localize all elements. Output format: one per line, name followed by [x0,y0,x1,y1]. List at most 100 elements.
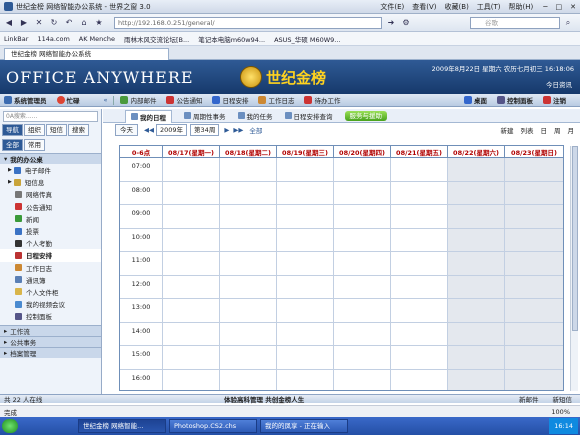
time-slot[interactable] [505,205,563,228]
time-slot[interactable] [220,181,277,204]
time-slot[interactable] [391,228,448,251]
nav-control-panel[interactable]: 控制面板 [497,95,533,105]
time-slot[interactable] [163,299,220,322]
time-slot[interactable] [334,252,391,275]
time-slot[interactable] [391,205,448,228]
time-slot[interactable] [220,369,277,390]
sidebar-item-schedule[interactable]: 日程安排 [0,249,101,262]
back-icon[interactable]: ◀ [3,17,15,29]
time-slot[interactable] [448,346,505,369]
section-archive[interactable]: ▸ 档案管理 [0,347,101,359]
time-slot[interactable] [505,322,563,345]
time-slot[interactable] [277,205,334,228]
time-slot[interactable] [391,181,448,204]
time-slot[interactable] [277,158,334,181]
go-icon[interactable]: ➜ [385,17,397,29]
time-slot[interactable] [334,275,391,298]
time-slot[interactable] [448,299,505,322]
favorite-link[interactable]: LinkBar [4,35,28,43]
tools-icon[interactable]: ⚙ [400,17,412,29]
time-slot[interactable] [334,181,391,204]
time-slot[interactable] [163,322,220,345]
sidebar-item-email[interactable]: ▶ 电子邮件 [0,164,101,176]
tab-sms[interactable]: 短信 [46,124,67,136]
time-slot[interactable] [277,275,334,298]
time-slot[interactable] [448,205,505,228]
taskbar-item[interactable]: 世纪金榜 网络智能... [78,419,166,433]
address-bar[interactable]: http://192.168.0.251/general/ [114,16,382,29]
nav-mail[interactable]: 内部邮件 [120,95,156,105]
time-slot[interactable] [163,181,220,204]
view-month[interactable]: 月 [568,125,575,135]
subtab-all[interactable]: 全部 [2,139,23,151]
menu-tools[interactable]: 工具(T) [477,2,501,12]
tab-navigation[interactable]: 导航 [2,124,23,136]
minimize-button[interactable]: ─ [543,3,547,11]
time-slot[interactable] [220,252,277,275]
time-slot[interactable] [334,158,391,181]
favorite-link[interactable]: 114a.com [37,35,69,43]
day-header[interactable]: 08/19(星期三) [277,146,334,157]
nav-todo[interactable]: 待办工作 [304,95,340,105]
time-slot[interactable] [163,252,220,275]
help-button[interactable]: 服务与援助 [344,110,387,121]
section-public-affairs[interactable]: ▸ 公共事务 [0,336,101,348]
time-slot[interactable] [505,252,563,275]
time-slot[interactable] [391,346,448,369]
time-slot[interactable] [391,369,448,390]
time-slot[interactable] [391,299,448,322]
menu-view[interactable]: 查看(V) [412,2,436,12]
menu-file[interactable]: 文件(E) [380,2,404,12]
time-slot[interactable] [334,299,391,322]
time-slot[interactable] [220,346,277,369]
stop-icon[interactable]: ✕ [33,17,45,29]
undo-icon[interactable]: ↶ [63,17,75,29]
sidebar-item-fax[interactable]: 网络传真 [0,188,101,200]
time-slot[interactable] [448,181,505,204]
new-sms[interactable]: 新短信 [553,394,573,404]
nav-desktop[interactable]: 桌面 [464,95,487,105]
favorite-link[interactable]: AK Menche [79,35,115,43]
day-header[interactable]: 08/21(星期五) [391,146,448,157]
next-week-icon[interactable]: ▶ [224,126,229,134]
nav-notice[interactable]: 公告通知 [166,95,202,105]
forward-icon[interactable]: ▶ [18,17,30,29]
time-slot[interactable] [163,369,220,390]
time-slot[interactable] [334,205,391,228]
day-header[interactable]: 08/18(星期二) [220,146,277,157]
time-slot[interactable] [448,158,505,181]
time-slot[interactable] [505,369,563,390]
view-list[interactable]: 列表 [521,125,534,135]
time-slot[interactable] [505,299,563,322]
time-slot[interactable] [334,346,391,369]
start-button[interactable] [2,419,18,433]
day-header[interactable]: 08/20(星期四) [334,146,391,157]
time-slot[interactable] [448,228,505,251]
online-count[interactable]: 共 22 人在线 [4,394,224,404]
time-slot[interactable] [163,228,220,251]
favorite-link[interactable]: ASUS_华硕 M60W9... [274,34,340,44]
maximize-button[interactable]: □ [556,3,563,11]
time-slot[interactable] [391,158,448,181]
time-slot[interactable] [391,275,448,298]
time-slot[interactable] [277,299,334,322]
time-slot[interactable] [277,181,334,204]
time-slot[interactable] [505,181,563,204]
time-slot[interactable] [163,205,220,228]
nav-worklog[interactable]: 工作日志 [258,95,294,105]
subtab-common[interactable]: 常用 [24,139,45,151]
favorites-star-icon[interactable]: ★ [93,17,105,29]
new-mail[interactable]: 新邮件 [519,394,539,404]
time-slot[interactable] [277,322,334,345]
time-slot[interactable] [448,252,505,275]
time-slot[interactable] [505,275,563,298]
close-button[interactable]: ✕ [570,3,576,11]
time-slot[interactable] [391,322,448,345]
refresh-icon[interactable]: ↻ [48,17,60,29]
time-slot[interactable] [277,346,334,369]
favorite-link[interactable]: 笔记本电脑m60w94... [198,34,265,44]
time-slot[interactable] [220,228,277,251]
collapse-icon[interactable]: « [104,96,108,104]
year-select[interactable]: 2009年 [156,123,188,136]
time-slot[interactable] [277,369,334,390]
